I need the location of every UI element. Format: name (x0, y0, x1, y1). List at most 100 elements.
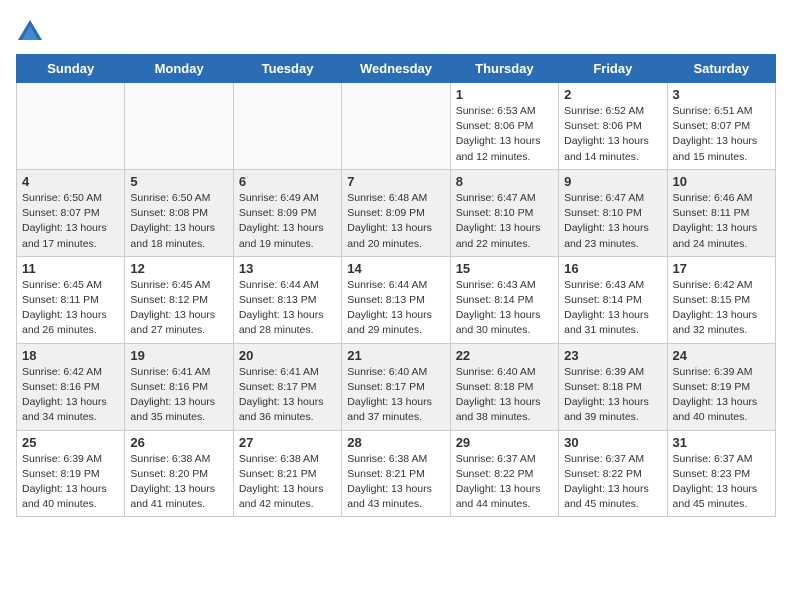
weekday-header-tuesday: Tuesday (233, 55, 341, 83)
day-number: 30 (564, 435, 661, 450)
weekday-header-saturday: Saturday (667, 55, 775, 83)
calendar-cell (125, 83, 233, 170)
day-number: 12 (130, 261, 227, 276)
calendar-cell: 24 Sunrise: 6:39 AM Sunset: 8:19 PM Dayli… (667, 343, 775, 430)
calendar-cell: 13Sunrise: 6:44 AM Sunset: 8:13 PM Dayli… (233, 256, 341, 343)
day-info: Sunrise: 6:50 AM Sunset: 8:07 PM Dayligh… (22, 191, 119, 252)
calendar-cell: 25 Sunrise: 6:39 AM Sunset: 8:19 PM Dayli… (17, 430, 125, 517)
day-number: 8 (456, 174, 553, 189)
calendar-week-4: 18 Sunrise: 6:42 AM Sunset: 8:16 PM Dayli… (17, 343, 776, 430)
calendar-cell: 16 Sunrise: 6:43 AM Sunset: 8:14 PM Dayli… (559, 256, 667, 343)
day-info: Sunrise: 6:39 AM Sunset: 8:19 PM Dayligh… (673, 365, 770, 426)
day-info: Sunrise: 6:46 AM Sunset: 8:11 PM Dayligh… (673, 191, 770, 252)
day-info: Sunrise: 6:39 AM Sunset: 8:19 PM Dayligh… (22, 452, 119, 513)
calendar-cell: 7 Sunrise: 6:48 AM Sunset: 8:09 PM Daylig… (342, 169, 450, 256)
weekday-header-monday: Monday (125, 55, 233, 83)
day-info: Sunrise: 6:43 AM Sunset: 8:14 PM Dayligh… (564, 278, 661, 339)
day-number: 4 (22, 174, 119, 189)
calendar-table: SundayMondayTuesdayWednesdayThursdayFrid… (16, 54, 776, 517)
logo-icon (16, 18, 44, 46)
day-info: Sunrise: 6:38 AM Sunset: 8:20 PM Dayligh… (130, 452, 227, 513)
day-info: Sunrise: 6:42 AM Sunset: 8:15 PM Dayligh… (673, 278, 770, 339)
day-number: 16 (564, 261, 661, 276)
day-number: 9 (564, 174, 661, 189)
weekday-header-thursday: Thursday (450, 55, 558, 83)
calendar-cell: 12 Sunrise: 6:45 AM Sunset: 8:12 PM Dayli… (125, 256, 233, 343)
calendar-cell: 17 Sunrise: 6:42 AM Sunset: 8:15 PM Dayli… (667, 256, 775, 343)
day-number: 3 (673, 87, 770, 102)
calendar-cell: 8 Sunrise: 6:47 AM Sunset: 8:10 PM Daylig… (450, 169, 558, 256)
logo (16, 16, 48, 44)
calendar-cell: 2Sunrise: 6:52 AM Sunset: 8:06 PM Daylig… (559, 83, 667, 170)
day-info: Sunrise: 6:44 AM Sunset: 8:13 PM Dayligh… (239, 278, 336, 339)
calendar-week-2: 4 Sunrise: 6:50 AM Sunset: 8:07 PM Daylig… (17, 169, 776, 256)
weekday-header-sunday: Sunday (17, 55, 125, 83)
weekday-header-wednesday: Wednesday (342, 55, 450, 83)
day-info: Sunrise: 6:41 AM Sunset: 8:16 PM Dayligh… (130, 365, 227, 426)
day-number: 22 (456, 348, 553, 363)
day-number: 29 (456, 435, 553, 450)
calendar-cell: 4 Sunrise: 6:50 AM Sunset: 8:07 PM Daylig… (17, 169, 125, 256)
day-info: Sunrise: 6:39 AM Sunset: 8:18 PM Dayligh… (564, 365, 661, 426)
calendar-cell: 10 Sunrise: 6:46 AM Sunset: 8:11 PM Dayli… (667, 169, 775, 256)
weekday-header-row: SundayMondayTuesdayWednesdayThursdayFrid… (17, 55, 776, 83)
day-info: Sunrise: 6:38 AM Sunset: 8:21 PM Dayligh… (239, 452, 336, 513)
day-number: 28 (347, 435, 444, 450)
calendar-cell: 21 Sunrise: 6:40 AM Sunset: 8:17 PM Dayli… (342, 343, 450, 430)
day-info: Sunrise: 6:44 AM Sunset: 8:13 PM Dayligh… (347, 278, 444, 339)
calendar-cell: 22 Sunrise: 6:40 AM Sunset: 8:18 PM Dayli… (450, 343, 558, 430)
calendar-cell (17, 83, 125, 170)
day-info: Sunrise: 6:45 AM Sunset: 8:12 PM Dayligh… (130, 278, 227, 339)
day-info: Sunrise: 6:51 AM Sunset: 8:07 PM Dayligh… (673, 104, 770, 165)
day-info: Sunrise: 6:38 AM Sunset: 8:21 PM Dayligh… (347, 452, 444, 513)
day-number: 26 (130, 435, 227, 450)
calendar-cell: 20 Sunrise: 6:41 AM Sunset: 8:17 PM Dayli… (233, 343, 341, 430)
day-info: Sunrise: 6:41 AM Sunset: 8:17 PM Dayligh… (239, 365, 336, 426)
day-number: 11 (22, 261, 119, 276)
calendar-week-3: 11 Sunrise: 6:45 AM Sunset: 8:11 PM Dayli… (17, 256, 776, 343)
calendar-cell: 31 Sunrise: 6:37 AM Sunset: 8:23 PM Dayli… (667, 430, 775, 517)
day-number: 27 (239, 435, 336, 450)
day-info: Sunrise: 6:37 AM Sunset: 8:23 PM Dayligh… (673, 452, 770, 513)
day-info: Sunrise: 6:42 AM Sunset: 8:16 PM Dayligh… (22, 365, 119, 426)
day-number: 25 (22, 435, 119, 450)
day-info: Sunrise: 6:47 AM Sunset: 8:10 PM Dayligh… (456, 191, 553, 252)
calendar-cell: 29 Sunrise: 6:37 AM Sunset: 8:22 PM Dayli… (450, 430, 558, 517)
calendar-cell: 5 Sunrise: 6:50 AM Sunset: 8:08 PM Daylig… (125, 169, 233, 256)
day-info: Sunrise: 6:48 AM Sunset: 8:09 PM Dayligh… (347, 191, 444, 252)
day-info: Sunrise: 6:37 AM Sunset: 8:22 PM Dayligh… (564, 452, 661, 513)
day-number: 19 (130, 348, 227, 363)
calendar-cell (233, 83, 341, 170)
day-number: 20 (239, 348, 336, 363)
calendar-cell: 1 Sunrise: 6:53 AM Sunset: 8:06 PM Daylig… (450, 83, 558, 170)
calendar-cell: 28 Sunrise: 6:38 AM Sunset: 8:21 PM Dayli… (342, 430, 450, 517)
day-number: 1 (456, 87, 553, 102)
calendar-week-5: 25 Sunrise: 6:39 AM Sunset: 8:19 PM Dayli… (17, 430, 776, 517)
calendar-cell: 18 Sunrise: 6:42 AM Sunset: 8:16 PM Dayli… (17, 343, 125, 430)
day-info: Sunrise: 6:40 AM Sunset: 8:17 PM Dayligh… (347, 365, 444, 426)
day-info: Sunrise: 6:43 AM Sunset: 8:14 PM Dayligh… (456, 278, 553, 339)
day-number: 6 (239, 174, 336, 189)
day-info: Sunrise: 6:45 AM Sunset: 8:11 PM Dayligh… (22, 278, 119, 339)
day-number: 21 (347, 348, 444, 363)
day-info: Sunrise: 6:50 AM Sunset: 8:08 PM Dayligh… (130, 191, 227, 252)
calendar-cell: 11 Sunrise: 6:45 AM Sunset: 8:11 PM Dayli… (17, 256, 125, 343)
day-info: Sunrise: 6:47 AM Sunset: 8:10 PM Dayligh… (564, 191, 661, 252)
calendar-cell: 14 Sunrise: 6:44 AM Sunset: 8:13 PM Dayli… (342, 256, 450, 343)
day-number: 14 (347, 261, 444, 276)
day-number: 7 (347, 174, 444, 189)
day-info: Sunrise: 6:37 AM Sunset: 8:22 PM Dayligh… (456, 452, 553, 513)
day-number: 10 (673, 174, 770, 189)
calendar-cell: 19 Sunrise: 6:41 AM Sunset: 8:16 PM Dayli… (125, 343, 233, 430)
day-number: 24 (673, 348, 770, 363)
calendar-cell: 15Sunrise: 6:43 AM Sunset: 8:14 PM Dayli… (450, 256, 558, 343)
day-number: 5 (130, 174, 227, 189)
calendar-cell: 3 Sunrise: 6:51 AM Sunset: 8:07 PM Daylig… (667, 83, 775, 170)
day-number: 17 (673, 261, 770, 276)
day-info: Sunrise: 6:40 AM Sunset: 8:18 PM Dayligh… (456, 365, 553, 426)
day-number: 18 (22, 348, 119, 363)
day-info: Sunrise: 6:53 AM Sunset: 8:06 PM Dayligh… (456, 104, 553, 165)
page-header (16, 16, 776, 44)
day-number: 31 (673, 435, 770, 450)
calendar-cell: 6Sunrise: 6:49 AM Sunset: 8:09 PM Daylig… (233, 169, 341, 256)
